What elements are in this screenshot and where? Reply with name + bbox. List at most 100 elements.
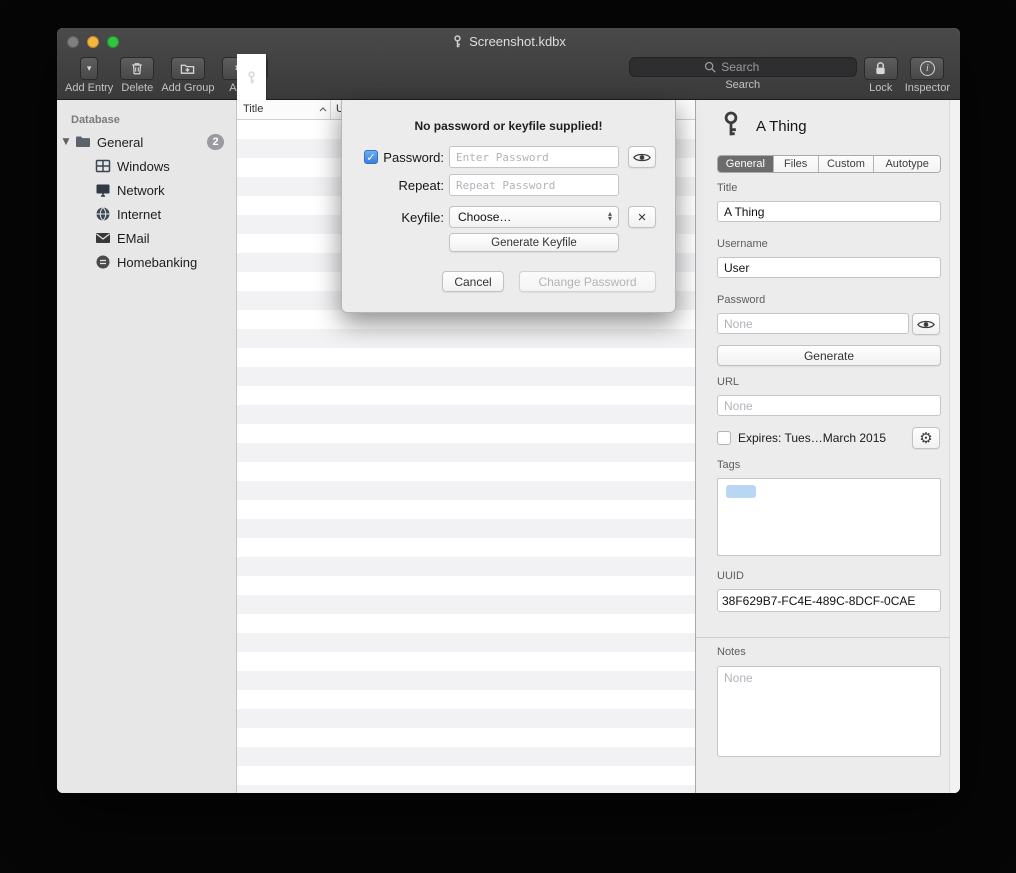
zoom-button[interactable] [107, 36, 119, 48]
sidebar-item-homebanking[interactable]: Homebanking [57, 250, 236, 274]
document-key-icon [451, 35, 464, 48]
tab-autotype[interactable]: Autotype [874, 156, 940, 172]
reveal-password-button[interactable] [628, 146, 656, 168]
sidebar-item-label: Internet [117, 207, 161, 222]
inspector-button[interactable]: i [910, 57, 944, 80]
popup-stepper-icon: ▴▾ [608, 212, 612, 222]
coin-icon [95, 254, 111, 270]
traffic-lights [67, 36, 119, 48]
lock-label: Lock [869, 82, 892, 94]
network-icon [95, 182, 111, 198]
tags-field[interactable] [717, 478, 941, 556]
minimize-button[interactable] [87, 36, 99, 48]
add-entry-dropdown-arrow[interactable]: ▾ [81, 58, 97, 79]
delete-label: Delete [121, 82, 153, 94]
generate-password-button[interactable]: Generate [717, 345, 941, 366]
add-entry-button[interactable]: ▾ [80, 57, 98, 80]
add-group-button[interactable] [171, 57, 205, 80]
envelope-icon [95, 230, 111, 246]
dialog-message: No password or keyfile supplied! [342, 119, 675, 133]
clear-keyfile-button[interactable]: × [628, 206, 656, 228]
add-group-group: Add Group [161, 57, 214, 94]
tags-field-label: Tags [717, 459, 740, 471]
toolbar: ▾ Add Entry Delete Add Group [57, 54, 960, 100]
keyfile-popup-value: Choose… [458, 210, 511, 224]
tab-files[interactable]: Files [774, 156, 819, 172]
password-field-label: Password [717, 294, 765, 306]
notes-field[interactable] [717, 666, 941, 757]
column-header-title[interactable]: Title [243, 103, 263, 115]
inspector-divider [696, 637, 960, 638]
sidebar-section-header: Database [57, 110, 236, 130]
tag-chip[interactable] [726, 485, 756, 498]
globe-icon [95, 206, 111, 222]
sidebar-item-general[interactable]: ▼ General 2 [57, 130, 236, 154]
sidebar-item-label: Network [117, 183, 165, 198]
expires-checkbox[interactable] [717, 431, 731, 445]
expires-settings-button[interactable]: ⚙ [912, 427, 940, 449]
cancel-button[interactable]: Cancel [442, 271, 504, 292]
window-header: Screenshot.kdbx ▾ Add Entry [57, 28, 960, 100]
tab-general[interactable]: General [718, 156, 774, 172]
sort-ascending-icon [319, 107, 327, 112]
username-field-label: Username [717, 238, 768, 250]
password-field[interactable] [717, 313, 909, 334]
sidebar-item-label: EMail [117, 231, 150, 246]
url-field[interactable] [717, 395, 941, 416]
uuid-field-label: UUID [717, 570, 744, 582]
window-title: Screenshot.kdbx [257, 34, 760, 49]
sidebar-item-email[interactable]: EMail [57, 226, 236, 250]
sidebar-item-internet[interactable]: Internet [57, 202, 236, 226]
lock-button[interactable] [864, 57, 898, 80]
reveal-password-button[interactable] [912, 313, 940, 335]
username-field[interactable] [717, 257, 941, 278]
search-label: Search [725, 79, 760, 91]
url-field-label: URL [717, 376, 739, 388]
change-password-dialog: No password or keyfile supplied! ✓ Passw… [341, 100, 676, 313]
delete-button[interactable] [120, 57, 154, 80]
folder-icon [75, 134, 91, 150]
desktop: Screenshot.kdbx ▾ Add Entry [0, 0, 1016, 873]
expires-label: Expires: Tues…March 2015 [738, 431, 886, 445]
window-title-text: Screenshot.kdbx [469, 34, 566, 49]
title-field[interactable] [717, 201, 941, 222]
inspector-label: Inspector [905, 82, 950, 94]
repeat-password-input[interactable] [449, 174, 619, 196]
trash-icon [130, 61, 144, 76]
info-icon: i [920, 61, 935, 76]
change-password-button[interactable]: Change Password [519, 271, 656, 292]
sidebar-item-network[interactable]: Network [57, 178, 236, 202]
keyfile-label: Keyfile: [342, 210, 444, 225]
sidebar: Database ▼ General 2 Windows [57, 100, 237, 793]
eye-icon [917, 319, 935, 330]
add-entry-group: ▾ Add Entry [65, 57, 113, 94]
keyfile-popup[interactable]: Choose… ▴▾ [449, 206, 619, 228]
sidebar-item-label: Homebanking [117, 255, 197, 270]
close-button[interactable] [67, 36, 79, 48]
lock-icon [874, 61, 887, 76]
inspector-panel: A Thing General Files Custom Autotype Ti… [695, 100, 960, 793]
add-entry-label: Add Entry [65, 82, 113, 94]
eye-icon [633, 152, 651, 163]
search-field[interactable] [629, 57, 857, 77]
generate-keyfile-button[interactable]: Generate Keyfile [449, 233, 619, 252]
inspector-scrollbar[interactable] [949, 100, 960, 793]
inspector-tabs: General Files Custom Autotype [717, 155, 941, 173]
search-group: Search [629, 57, 857, 91]
search-icon [704, 61, 716, 73]
tab-custom[interactable]: Custom [819, 156, 875, 172]
windows-icon [95, 158, 111, 174]
disclosure-triangle-icon[interactable]: ▼ [57, 137, 75, 147]
title-field-label: Title [717, 182, 737, 194]
gear-icon: ⚙ [919, 431, 932, 446]
app-window: Screenshot.kdbx ▾ Add Entry [57, 28, 960, 793]
entry-key-icon [718, 111, 744, 137]
sidebar-item-label: Windows [117, 159, 170, 174]
key-icon [237, 54, 267, 100]
password-label: Password: [342, 150, 444, 165]
search-input[interactable] [721, 60, 781, 74]
sidebar-item-windows[interactable]: Windows [57, 154, 236, 178]
column-divider[interactable] [330, 100, 331, 119]
uuid-field[interactable] [717, 589, 941, 612]
password-input[interactable] [449, 146, 619, 168]
